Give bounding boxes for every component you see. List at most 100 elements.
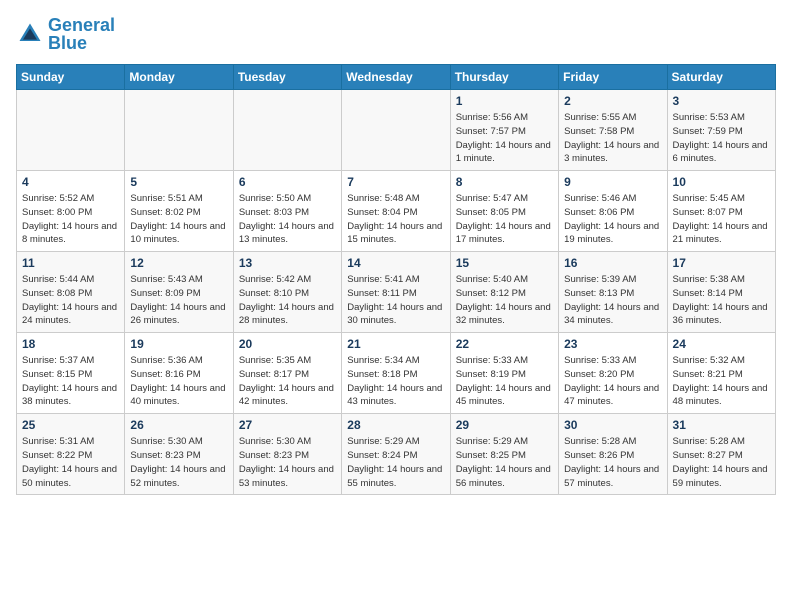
calendar-cell: 24Sunrise: 5:32 AMSunset: 8:21 PMDayligh…	[667, 333, 775, 414]
day-info: Sunrise: 5:31 AMSunset: 8:22 PMDaylight:…	[22, 435, 119, 490]
day-number: 6	[239, 175, 336, 189]
calendar-week-row: 4 Sunrise: 5:52 AMSunset: 8:00 PMDaylight…	[17, 171, 776, 252]
calendar-week-row: 25 Sunrise: 5:31 AMSunset: 8:22 PMDayligh…	[17, 414, 776, 495]
calendar-cell: 7 Sunrise: 5:48 AMSunset: 8:04 PMDaylight…	[342, 171, 450, 252]
calendar-cell: 28 Sunrise: 5:29 AMSunset: 8:24 PMDayligh…	[342, 414, 450, 495]
day-number: 9	[564, 175, 661, 189]
weekday-header: Saturday	[667, 65, 775, 90]
calendar-cell: 5 Sunrise: 5:51 AMSunset: 8:02 PMDaylight…	[125, 171, 233, 252]
day-info: Sunrise: 5:33 AMSunset: 8:20 PMDaylight:…	[564, 354, 661, 409]
day-number: 11	[22, 256, 119, 270]
calendar-week-row: 18Sunrise: 5:37 AMSunset: 8:15 PMDayligh…	[17, 333, 776, 414]
day-number: 28	[347, 418, 444, 432]
calendar-cell: 9Sunrise: 5:46 AMSunset: 8:06 PMDaylight…	[559, 171, 667, 252]
day-number: 3	[673, 94, 770, 108]
day-info: Sunrise: 5:36 AMSunset: 8:16 PMDaylight:…	[130, 354, 227, 409]
day-number: 26	[130, 418, 227, 432]
day-number: 5	[130, 175, 227, 189]
day-number: 23	[564, 337, 661, 351]
calendar-cell: 4 Sunrise: 5:52 AMSunset: 8:00 PMDaylight…	[17, 171, 125, 252]
calendar-cell: 8 Sunrise: 5:47 AMSunset: 8:05 PMDaylight…	[450, 171, 558, 252]
calendar-cell: 20 Sunrise: 5:35 AMSunset: 8:17 PMDayligh…	[233, 333, 341, 414]
day-info: Sunrise: 5:28 AMSunset: 8:27 PMDaylight:…	[673, 435, 770, 490]
day-number: 16	[564, 256, 661, 270]
day-info: Sunrise: 5:30 AMSunset: 8:23 PMDaylight:…	[130, 435, 227, 490]
calendar-cell: 1 Sunrise: 5:56 AMSunset: 7:57 PMDaylight…	[450, 90, 558, 171]
day-info: Sunrise: 5:29 AMSunset: 8:25 PMDaylight:…	[456, 435, 553, 490]
day-info: Sunrise: 5:53 AMSunset: 7:59 PMDaylight:…	[673, 111, 770, 166]
day-number: 22	[456, 337, 553, 351]
day-info: Sunrise: 5:52 AMSunset: 8:00 PMDaylight:…	[22, 192, 119, 247]
day-info: Sunrise: 5:50 AMSunset: 8:03 PMDaylight:…	[239, 192, 336, 247]
day-info: Sunrise: 5:48 AMSunset: 8:04 PMDaylight:…	[347, 192, 444, 247]
calendar-cell: 31 Sunrise: 5:28 AMSunset: 8:27 PMDayligh…	[667, 414, 775, 495]
day-number: 15	[456, 256, 553, 270]
day-number: 20	[239, 337, 336, 351]
day-info: Sunrise: 5:41 AMSunset: 8:11 PMDaylight:…	[347, 273, 444, 328]
day-info: Sunrise: 5:38 AMSunset: 8:14 PMDaylight:…	[673, 273, 770, 328]
weekday-header: Sunday	[17, 65, 125, 90]
calendar-week-row: 11 Sunrise: 5:44 AMSunset: 8:08 PMDayligh…	[17, 252, 776, 333]
day-number: 13	[239, 256, 336, 270]
calendar-cell: 23 Sunrise: 5:33 AMSunset: 8:20 PMDayligh…	[559, 333, 667, 414]
day-number: 21	[347, 337, 444, 351]
weekday-header: Friday	[559, 65, 667, 90]
day-info: Sunrise: 5:33 AMSunset: 8:19 PMDaylight:…	[456, 354, 553, 409]
day-number: 25	[22, 418, 119, 432]
weekday-header: Wednesday	[342, 65, 450, 90]
calendar-table: SundayMondayTuesdayWednesdayThursdayFrid…	[16, 64, 776, 495]
day-info: Sunrise: 5:30 AMSunset: 8:23 PMDaylight:…	[239, 435, 336, 490]
day-number: 29	[456, 418, 553, 432]
calendar-header-row: SundayMondayTuesdayWednesdayThursdayFrid…	[17, 65, 776, 90]
calendar-cell: 13 Sunrise: 5:42 AMSunset: 8:10 PMDayligh…	[233, 252, 341, 333]
day-info: Sunrise: 5:42 AMSunset: 8:10 PMDaylight:…	[239, 273, 336, 328]
day-info: Sunrise: 5:51 AMSunset: 8:02 PMDaylight:…	[130, 192, 227, 247]
day-info: Sunrise: 5:28 AMSunset: 8:26 PMDaylight:…	[564, 435, 661, 490]
day-number: 19	[130, 337, 227, 351]
weekday-header: Monday	[125, 65, 233, 90]
logo-blue-text: Blue	[48, 34, 115, 52]
day-info: Sunrise: 5:56 AMSunset: 7:57 PMDaylight:…	[456, 111, 553, 166]
calendar-cell	[17, 90, 125, 171]
calendar-cell: 16 Sunrise: 5:39 AMSunset: 8:13 PMDayligh…	[559, 252, 667, 333]
day-number: 31	[673, 418, 770, 432]
day-number: 1	[456, 94, 553, 108]
logo-text: General	[48, 16, 115, 34]
calendar-cell: 21 Sunrise: 5:34 AMSunset: 8:18 PMDayligh…	[342, 333, 450, 414]
calendar-cell: 3 Sunrise: 5:53 AMSunset: 7:59 PMDaylight…	[667, 90, 775, 171]
calendar-cell: 6 Sunrise: 5:50 AMSunset: 8:03 PMDaylight…	[233, 171, 341, 252]
day-info: Sunrise: 5:44 AMSunset: 8:08 PMDaylight:…	[22, 273, 119, 328]
day-number: 2	[564, 94, 661, 108]
calendar-cell: 14Sunrise: 5:41 AMSunset: 8:11 PMDayligh…	[342, 252, 450, 333]
day-info: Sunrise: 5:35 AMSunset: 8:17 PMDaylight:…	[239, 354, 336, 409]
day-info: Sunrise: 5:32 AMSunset: 8:21 PMDaylight:…	[673, 354, 770, 409]
day-number: 4	[22, 175, 119, 189]
calendar-cell	[233, 90, 341, 171]
day-number: 17	[673, 256, 770, 270]
day-number: 8	[456, 175, 553, 189]
calendar-cell: 19 Sunrise: 5:36 AMSunset: 8:16 PMDayligh…	[125, 333, 233, 414]
calendar-cell: 10Sunrise: 5:45 AMSunset: 8:07 PMDayligh…	[667, 171, 775, 252]
day-number: 10	[673, 175, 770, 189]
day-number: 27	[239, 418, 336, 432]
calendar-cell: 27 Sunrise: 5:30 AMSunset: 8:23 PMDayligh…	[233, 414, 341, 495]
calendar-cell: 15Sunrise: 5:40 AMSunset: 8:12 PMDayligh…	[450, 252, 558, 333]
calendar-cell: 18Sunrise: 5:37 AMSunset: 8:15 PMDayligh…	[17, 333, 125, 414]
day-number: 12	[130, 256, 227, 270]
page-header: General Blue	[16, 16, 776, 52]
day-info: Sunrise: 5:39 AMSunset: 8:13 PMDaylight:…	[564, 273, 661, 328]
day-number: 7	[347, 175, 444, 189]
calendar-cell: 22 Sunrise: 5:33 AMSunset: 8:19 PMDayligh…	[450, 333, 558, 414]
day-info: Sunrise: 5:47 AMSunset: 8:05 PMDaylight:…	[456, 192, 553, 247]
calendar-cell: 17 Sunrise: 5:38 AMSunset: 8:14 PMDayligh…	[667, 252, 775, 333]
day-info: Sunrise: 5:55 AMSunset: 7:58 PMDaylight:…	[564, 111, 661, 166]
day-info: Sunrise: 5:34 AMSunset: 8:18 PMDaylight:…	[347, 354, 444, 409]
calendar-week-row: 1 Sunrise: 5:56 AMSunset: 7:57 PMDaylight…	[17, 90, 776, 171]
day-info: Sunrise: 5:43 AMSunset: 8:09 PMDaylight:…	[130, 273, 227, 328]
calendar-cell: 26 Sunrise: 5:30 AMSunset: 8:23 PMDayligh…	[125, 414, 233, 495]
calendar-body: 1 Sunrise: 5:56 AMSunset: 7:57 PMDaylight…	[17, 90, 776, 495]
logo: General Blue	[16, 16, 115, 52]
calendar-cell: 12 Sunrise: 5:43 AMSunset: 8:09 PMDayligh…	[125, 252, 233, 333]
weekday-header: Tuesday	[233, 65, 341, 90]
day-info: Sunrise: 5:29 AMSunset: 8:24 PMDaylight:…	[347, 435, 444, 490]
